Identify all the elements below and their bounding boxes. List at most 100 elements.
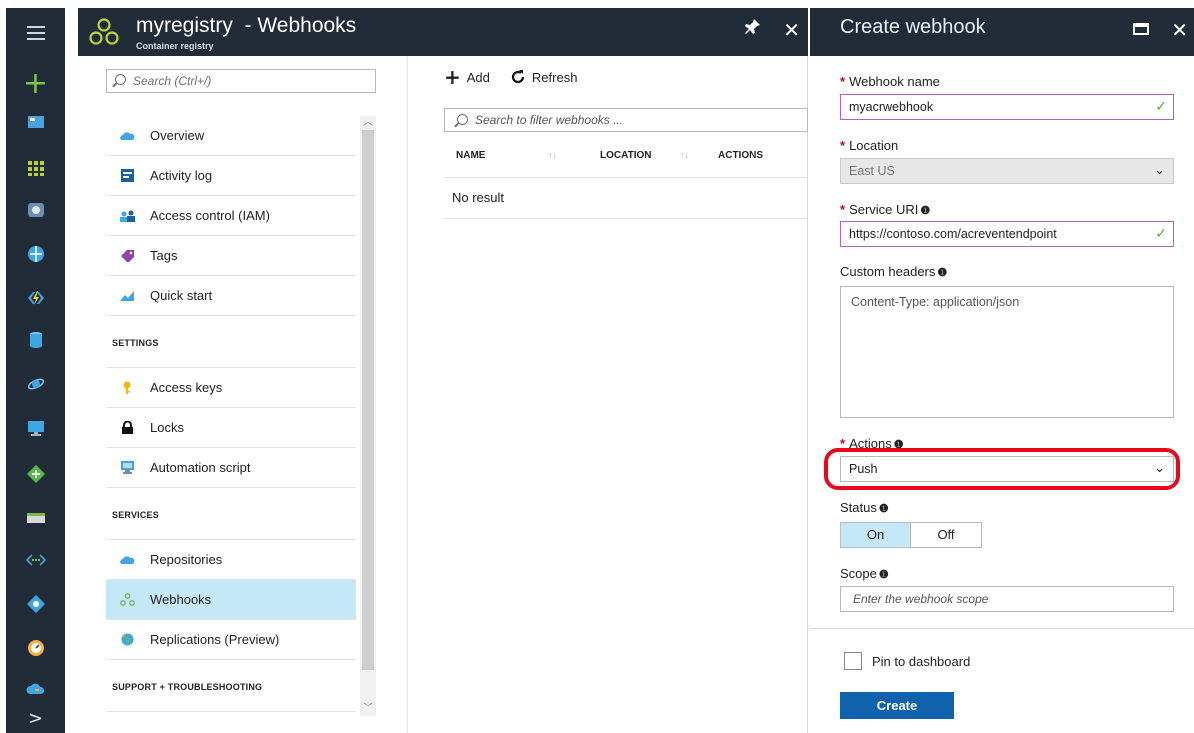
webhooks-list: + Add Refresh Search to filter webhooks … bbox=[410, 56, 808, 733]
create-webhook-panel: * Webhook name myacrwebhook ✓ * Location E… bbox=[810, 56, 1194, 733]
scroll-down-icon[interactable]: ﹀ bbox=[360, 702, 376, 716]
panel-title: Create webhook bbox=[840, 16, 986, 38]
storage-accounts-icon[interactable] bbox=[26, 508, 46, 528]
nav-item-access-control[interactable]: Access control (IAM) bbox=[106, 196, 356, 236]
section-heading-services: SERVICES bbox=[106, 488, 356, 540]
custom-headers-label: Custom headers ❶ bbox=[840, 264, 948, 279]
blade-title: myregistry - Webhooks bbox=[136, 14, 357, 37]
custom-headers-textarea[interactable]: Content-Type: application/json bbox=[840, 286, 1174, 418]
refresh-button[interactable]: Refresh bbox=[510, 68, 577, 86]
nav-item-locks[interactable]: Locks bbox=[106, 408, 356, 448]
sort-icon[interactable]: ↑↓ bbox=[680, 150, 689, 160]
section-heading-settings: SETTINGS bbox=[106, 316, 356, 368]
status-off-option[interactable]: Off bbox=[911, 523, 981, 547]
virtual-networks-icon[interactable] bbox=[26, 550, 46, 570]
info-icon[interactable]: ❶ bbox=[920, 205, 930, 217]
menu-scrollbar[interactable]: ︿ ﹀ bbox=[360, 116, 376, 716]
nav-item-overview[interactable]: Overview bbox=[106, 116, 356, 156]
list-toolbar: + Add Refresh bbox=[444, 65, 577, 89]
maximize-icon[interactable] bbox=[1133, 23, 1150, 35]
chevron-down-icon: ⌄ bbox=[1154, 163, 1165, 178]
table-header: NAME ↑↓ LOCATION ↑↓ ACTIONS bbox=[444, 144, 808, 178]
blade-header: myregistry - Webhooks Container registry… bbox=[78, 8, 808, 56]
tag-icon bbox=[121, 250, 134, 262]
nav-item-access-keys[interactable]: Access keys bbox=[106, 368, 356, 408]
quick-start-icon bbox=[120, 291, 134, 301]
replications-icon bbox=[121, 633, 134, 646]
active-directory-icon[interactable] bbox=[26, 594, 46, 614]
advisor-icon[interactable] bbox=[26, 680, 46, 700]
function-apps-icon[interactable] bbox=[26, 288, 46, 308]
activity-log-icon bbox=[121, 169, 134, 182]
close-panel-icon[interactable]: ✕ bbox=[1171, 18, 1188, 42]
azure-portal: + > myregistry - Webhooks Container regi… bbox=[0, 0, 1194, 733]
service-uri-input[interactable]: https://contoso.com/acreventendpoint ✓ bbox=[840, 221, 1174, 247]
scope-label: Scope ❶ bbox=[840, 566, 889, 581]
status-toggle: On Off bbox=[840, 522, 982, 548]
column-header-name[interactable]: NAME bbox=[456, 150, 485, 161]
nav-item-quick-start[interactable]: Quick start bbox=[106, 276, 356, 316]
lock-icon bbox=[122, 421, 133, 434]
sort-icon[interactable]: ↑↓ bbox=[548, 150, 557, 160]
nav-item-activity-log[interactable]: Activity log bbox=[106, 156, 356, 196]
status-on-option[interactable]: On bbox=[841, 523, 911, 547]
overview-icon bbox=[120, 132, 135, 140]
filter-webhooks-input[interactable]: Search to filter webhooks ... bbox=[444, 108, 808, 132]
scope-input[interactable]: Enter the webhook scope bbox=[840, 586, 1174, 612]
cosmos-db-icon[interactable] bbox=[26, 374, 46, 394]
valid-check-icon: ✓ bbox=[1155, 99, 1167, 115]
service-uri-label: * Service URI ❶ bbox=[840, 202, 931, 217]
container-registry-icon bbox=[89, 18, 119, 45]
column-header-location[interactable]: LOCATION bbox=[600, 150, 651, 161]
repositories-icon bbox=[120, 556, 135, 564]
webhook-name-label: * Webhook name bbox=[840, 74, 940, 89]
search-icon bbox=[457, 114, 468, 125]
all-resources-icon[interactable] bbox=[26, 158, 46, 178]
panel-header: Create webhook ✕ bbox=[810, 8, 1194, 56]
scrollbar-thumb[interactable] bbox=[362, 130, 374, 670]
sql-databases-icon[interactable] bbox=[26, 330, 46, 350]
annotation-highlight bbox=[824, 448, 1180, 490]
add-button[interactable]: + Add bbox=[444, 65, 490, 89]
nav-item-replications[interactable]: Replications (Preview) bbox=[106, 620, 356, 660]
nav-item-webhooks[interactable]: Webhooks bbox=[106, 580, 356, 620]
access-control-icon bbox=[120, 210, 135, 222]
nav-item-repositories[interactable]: Repositories bbox=[106, 540, 356, 580]
info-icon[interactable]: ❶ bbox=[937, 267, 947, 279]
create-button[interactable]: Create bbox=[840, 692, 954, 719]
resource-menu: Search (Ctrl+/) Overview Activity log Ac… bbox=[78, 56, 408, 733]
pin-blade-icon[interactable] bbox=[745, 18, 761, 42]
info-icon[interactable]: ❶ bbox=[879, 569, 889, 581]
webhook-name-input[interactable]: myacrwebhook ✓ bbox=[840, 94, 1174, 120]
search-icon bbox=[115, 74, 126, 85]
pin-to-dashboard-checkbox[interactable]: Pin to dashboard bbox=[844, 652, 970, 670]
scroll-up-icon[interactable]: ︿ bbox=[360, 116, 376, 130]
info-icon[interactable]: ❶ bbox=[879, 503, 889, 515]
empty-result-text: No result bbox=[452, 190, 505, 205]
panel-divider bbox=[810, 628, 1194, 629]
automation-script-icon bbox=[121, 461, 134, 474]
new-resource-icon[interactable]: + bbox=[6, 66, 65, 102]
load-balancers-icon[interactable] bbox=[26, 464, 46, 484]
menu-search-input[interactable]: Search (Ctrl+/) bbox=[106, 69, 376, 93]
resource-groups-icon[interactable] bbox=[26, 200, 46, 220]
webhooks-icon bbox=[120, 593, 135, 606]
close-blade-icon[interactable]: ✕ bbox=[783, 18, 800, 42]
valid-check-icon: ✓ bbox=[1155, 226, 1167, 242]
virtual-machines-icon[interactable] bbox=[26, 418, 46, 438]
row-divider bbox=[444, 218, 808, 219]
dashboard-icon[interactable] bbox=[26, 112, 46, 132]
plus-icon: + bbox=[444, 65, 461, 89]
app-services-icon[interactable] bbox=[26, 244, 46, 264]
monitor-icon[interactable] bbox=[26, 638, 46, 658]
hamburger-menu-icon[interactable] bbox=[6, 8, 65, 58]
nav-item-tags[interactable]: Tags bbox=[106, 236, 356, 276]
blade-subtitle: Container registry bbox=[136, 41, 214, 51]
column-header-actions[interactable]: ACTIONS bbox=[718, 150, 763, 161]
nav-item-automation-script[interactable]: Automation script bbox=[106, 448, 356, 488]
key-icon bbox=[123, 381, 131, 394]
expand-rail-icon[interactable]: > bbox=[6, 708, 65, 729]
checkbox[interactable] bbox=[844, 652, 862, 670]
location-label: * Location bbox=[840, 138, 899, 153]
location-select: East US ⌄ bbox=[840, 158, 1174, 184]
